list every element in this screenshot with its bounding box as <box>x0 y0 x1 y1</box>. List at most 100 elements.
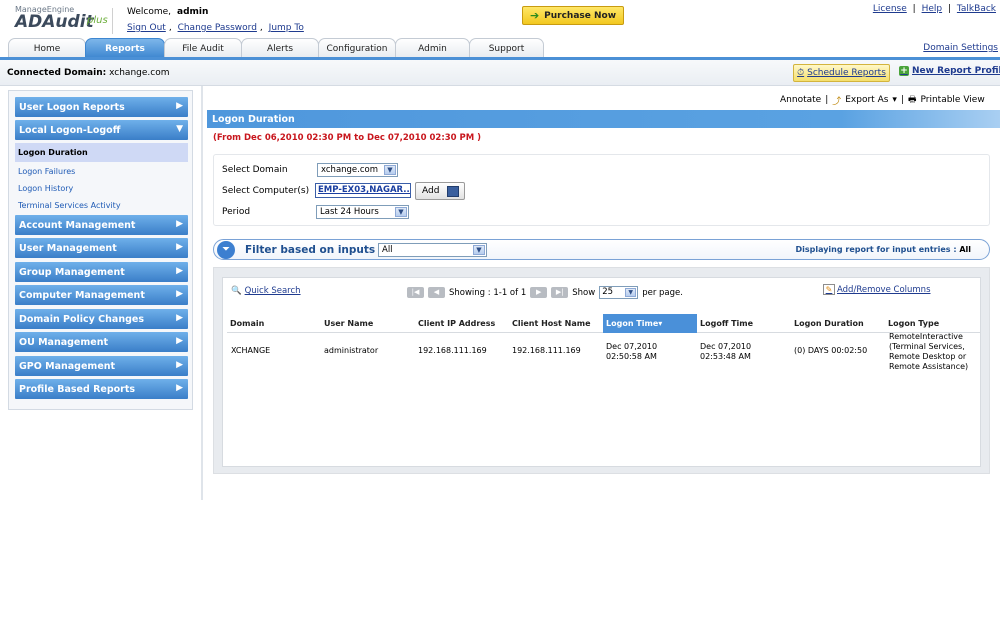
period-select-value: Last 24 Hours <box>320 207 379 217</box>
quick-search-link[interactable]: 🔍 Quick Search <box>231 286 301 296</box>
connected-domain-label: Connected Domain: <box>7 68 107 78</box>
sidebar-item-user-logon-reports[interactable]: User Logon Reports ▶ <box>15 97 188 117</box>
printable-view-link[interactable]: Printable View <box>921 95 985 105</box>
schedule-reports-label: Schedule Reports <box>807 68 886 78</box>
sidebar-item-gpo-management[interactable]: GPO Management ▶ <box>15 356 188 376</box>
add-remove-columns-label: Add/Remove Columns <box>837 284 931 295</box>
sidebar-subitem-logon-failures[interactable]: Logon Failures <box>18 167 75 176</box>
per-page-value: 25 <box>602 287 614 297</box>
per-page-select[interactable]: 25 ▼ <box>599 286 639 299</box>
sidebar-subitem-logon-history[interactable]: Logon History <box>18 184 73 193</box>
tab-home[interactable]: Home <box>8 38 86 58</box>
sidebar-subitem-terminal-services[interactable]: Terminal Services Activity <box>18 201 121 210</box>
sidebar-item-computer-management[interactable]: Computer Management ▶ <box>15 285 188 305</box>
sidebar-item-label: User Management <box>19 242 117 254</box>
filter-select[interactable]: All ▼ <box>378 243 487 257</box>
computers-field[interactable]: EMP-EX03,NAGAR... <box>315 183 411 198</box>
printer-icon: 🖶 <box>908 95 917 105</box>
tab-configuration[interactable]: Configuration <box>318 38 396 58</box>
report-grid: 🔍 Quick Search |◀ ◀ Showing : 1-1 of 1 ▶… <box>222 277 981 467</box>
sidebar-item-profile-based-reports[interactable]: Profile Based Reports ▶ <box>15 379 188 399</box>
license-link[interactable]: License <box>873 4 907 14</box>
sort-desc-icon: ▾ <box>658 319 663 328</box>
sidebar-subitem-logon-duration[interactable]: Logon Duration <box>15 143 188 162</box>
clock-icon: ⏱ <box>797 68 805 78</box>
column-header-logon-time[interactable]: Logon Time▾ <box>603 314 697 333</box>
add-button-label: Add <box>422 186 440 196</box>
tab-reports[interactable]: Reports <box>85 38 165 58</box>
column-header-logoff-time[interactable]: Logoff Time <box>697 314 791 333</box>
cell-logon-time: Dec 07,2010 02:50:58 AM <box>606 342 658 361</box>
report-grid-container: 🔍 Quick Search |◀ ◀ Showing : 1-1 of 1 ▶… <box>213 267 990 474</box>
table-header: Domain User Name Client IP Address Clien… <box>227 314 980 333</box>
domain-settings-link[interactable]: Domain Settings <box>923 43 998 53</box>
search-icon: 🔍 <box>231 286 242 296</box>
change-password-link[interactable]: Change Password <box>178 23 257 33</box>
new-report-profile-link[interactable]: + New Report Profile <box>899 66 1000 76</box>
column-header-domain[interactable]: Domain <box>227 314 321 333</box>
next-page-icon[interactable]: ▶ <box>530 287 548 298</box>
talkback-link[interactable]: TalkBack <box>957 4 996 14</box>
tab-admin[interactable]: Admin <box>395 38 470 58</box>
add-computer-button[interactable]: Add <box>415 182 465 200</box>
tab-support[interactable]: Support <box>469 38 544 58</box>
jump-to-link[interactable]: Jump To <box>269 23 304 33</box>
new-report-profile-label: New Report Profile <box>912 66 1000 76</box>
chevron-down-icon: ▼ <box>395 207 407 217</box>
tab-alerts[interactable]: Alerts <box>241 38 319 58</box>
column-header-client-host[interactable]: Client Host Name <box>509 314 603 333</box>
sidebar-item-group-management[interactable]: Group Management ▶ <box>15 262 188 282</box>
purchase-now-button[interactable]: ➔ Purchase Now <box>522 6 624 25</box>
cell-logon-type: RemoteInteractive (Terminal Services, Re… <box>889 332 969 371</box>
pipe-separator: | <box>947 4 952 14</box>
tab-file-audit[interactable]: File Audit <box>164 38 242 58</box>
export-icon: ⤴ <box>832 96 842 107</box>
sidebar-item-local-logon-logoff[interactable]: Local Logon-Logoff ▼ <box>15 120 188 140</box>
column-header-logon-type[interactable]: Logon Type <box>885 314 980 333</box>
period-select[interactable]: Last 24 Hours ▼ <box>316 205 409 219</box>
last-page-icon[interactable]: ▶| <box>551 287 569 298</box>
sign-out-link[interactable]: Sign Out <box>127 23 166 33</box>
cell-logon-duration: (0) DAYS 00:02:50 <box>794 346 868 355</box>
column-header-client-ip[interactable]: Client IP Address <box>415 314 509 333</box>
welcome-text: Welcome, admin <box>127 7 208 17</box>
plus-icon: + <box>899 66 909 76</box>
help-link[interactable]: Help <box>922 4 943 14</box>
sidebar-item-user-management[interactable]: User Management ▶ <box>15 238 188 258</box>
logo-divider <box>112 8 113 34</box>
sidebar-item-domain-policy-changes[interactable]: Domain Policy Changes ▶ <box>15 309 188 329</box>
displaying-value: All <box>959 245 971 254</box>
column-header-label: Logon Time <box>606 319 659 328</box>
sidebar-item-account-management[interactable]: Account Management ▶ <box>15 215 188 235</box>
schedule-reports-button[interactable]: ⏱ Schedule Reports <box>793 64 890 82</box>
report-title-bar: Logon Duration <box>207 110 1000 128</box>
domain-select[interactable]: xchange.com ▼ <box>317 163 398 177</box>
column-header-logon-duration[interactable]: Logon Duration <box>791 314 885 333</box>
computer-icon <box>447 185 460 197</box>
export-as-menu[interactable]: Export As <box>845 95 888 105</box>
username: admin <box>177 7 209 17</box>
sidebar-item-label: Local Logon-Logoff <box>19 124 121 136</box>
sidebar-item-ou-management[interactable]: OU Management ▶ <box>15 332 188 352</box>
report-title: Logon Duration <box>212 113 295 125</box>
chevron-right-icon: ▶ <box>176 360 183 370</box>
chevron-right-icon: ▶ <box>176 242 183 252</box>
link-separator: , <box>259 23 263 33</box>
report-date-range: (From Dec 06,2010 02:30 PM to Dec 07,201… <box>213 133 482 143</box>
add-remove-columns-link[interactable]: ✎ Add/Remove Columns <box>823 284 931 295</box>
chevron-down-icon: ▼ <box>625 288 637 297</box>
column-header-user-name[interactable]: User Name <box>321 314 415 333</box>
chevron-right-icon: ▶ <box>176 383 183 393</box>
prev-page-icon[interactable]: ◀ <box>428 287 445 298</box>
edit-columns-icon: ✎ <box>823 284 835 295</box>
arrow-right-icon: ➔ <box>529 9 540 22</box>
sidebar-item-label: GPO Management <box>19 360 116 372</box>
connected-domain: Connected Domain: xchange.com <box>7 68 169 78</box>
sidebar-item-label: Group Management <box>19 266 125 278</box>
logo-product: ADAudit <box>15 12 94 32</box>
filter-bar: ⏷ Filter based on inputs All ▼ Displaying… <box>213 239 990 260</box>
first-page-icon[interactable]: |◀ <box>407 287 424 298</box>
annotate-link[interactable]: Annotate <box>780 95 821 105</box>
sidebar: User Logon Reports ▶ Local Logon-Logoff ▼ … <box>8 90 193 410</box>
sidebar-item-label: OU Management <box>19 336 109 348</box>
